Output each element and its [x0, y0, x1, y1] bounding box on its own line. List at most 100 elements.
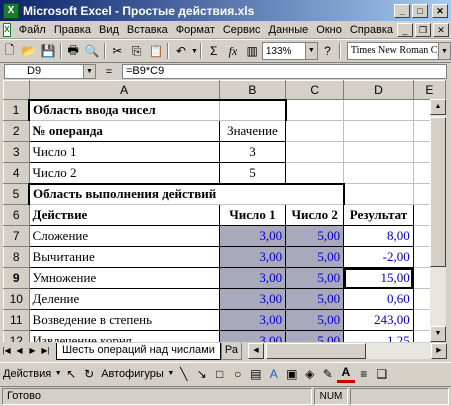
column-header-a[interactable]: A	[28, 80, 220, 100]
doc-restore-button[interactable]: ❐	[415, 22, 431, 37]
chevron-down-icon[interactable]: ▼	[438, 43, 451, 59]
column-header-d[interactable]: D	[343, 80, 414, 100]
maximize-button[interactable]: □	[412, 3, 428, 18]
cell-d12[interactable]: 1,25	[343, 330, 414, 342]
cell-b8[interactable]: 3,00	[218, 246, 287, 268]
row-header[interactable]: 4	[3, 162, 30, 184]
row-header[interactable]: 3	[3, 141, 30, 163]
menu-format[interactable]: Формат	[172, 24, 219, 36]
text-box-icon[interactable]: ▤	[247, 365, 265, 383]
doc-minimize-button[interactable]: _	[397, 22, 413, 37]
cell-a3[interactable]: Число 1	[28, 141, 220, 163]
menu-data[interactable]: Данные	[265, 24, 313, 36]
menu-view[interactable]: Вид	[95, 24, 123, 36]
oval-icon[interactable]: ○	[229, 365, 247, 383]
cell-a6[interactable]: Действие	[28, 204, 220, 226]
chevron-down-icon[interactable]: ▼	[83, 65, 95, 78]
cell-c3[interactable]	[285, 141, 345, 163]
cell-a4[interactable]: Число 2	[28, 162, 220, 184]
cell-a10[interactable]: Деление	[28, 288, 220, 310]
next-sheet-icon[interactable]: ▶	[26, 344, 39, 358]
shadow-icon[interactable]: ❑	[373, 365, 391, 383]
cell-d9-selected[interactable]: 15,00	[343, 267, 414, 289]
chevron-down-icon[interactable]: ▼	[54, 365, 62, 383]
actions-menu[interactable]: Действия	[0, 368, 54, 380]
row-header[interactable]: 1	[3, 99, 30, 121]
cell-a7[interactable]: Сложение	[28, 225, 220, 247]
font-select[interactable]: Times New Roman Cyr ▼	[346, 42, 451, 60]
prev-sheet-icon[interactable]: ◀	[13, 344, 26, 358]
first-sheet-icon[interactable]: |◀	[0, 344, 13, 358]
sheet-tab-active[interactable]: Шесть операций над числами	[56, 342, 221, 360]
cell-c6[interactable]: Число 2	[285, 204, 345, 226]
sheet-tab-next[interactable]: Ра	[220, 342, 242, 360]
name-box[interactable]: D9 ▼	[4, 64, 96, 79]
cell-b3[interactable]: 3	[218, 141, 287, 163]
cell-d10[interactable]: 0,60	[343, 288, 414, 310]
row-header[interactable]: 9	[3, 267, 30, 289]
doc-close-button[interactable]: ✕	[433, 22, 449, 37]
font-color-icon[interactable]: A	[336, 365, 355, 383]
last-sheet-icon[interactable]: ▶|	[39, 344, 52, 358]
cell-b10[interactable]: 3,00	[218, 288, 287, 310]
cell-c1[interactable]	[285, 99, 345, 121]
cell-b7[interactable]: 3,00	[218, 225, 287, 247]
workbook-icon[interactable]: X	[3, 22, 11, 37]
autosum-icon[interactable]: Σ	[204, 41, 223, 61]
row-header[interactable]: 11	[3, 309, 30, 331]
zoom-select[interactable]: 133% ▼	[261, 42, 318, 60]
print-icon[interactable]: 🖶	[64, 41, 83, 61]
cell-c12[interactable]: 5,00	[285, 330, 345, 342]
row-header[interactable]: 7	[3, 225, 30, 247]
scroll-right-icon[interactable]: ▶	[431, 343, 447, 359]
cell-d11[interactable]: 243,00	[343, 309, 414, 331]
paste-icon[interactable]: 📋	[146, 41, 165, 61]
function-icon[interactable]: fx	[223, 41, 242, 61]
menu-help[interactable]: Справка	[346, 24, 397, 36]
cell-c5[interactable]	[285, 182, 345, 205]
cell-c8[interactable]: 5,00	[285, 246, 345, 268]
chevron-down-icon[interactable]: ▼	[304, 43, 317, 59]
save-icon[interactable]: 💾	[39, 41, 58, 61]
column-header-c[interactable]: C	[285, 80, 345, 100]
row-header[interactable]: 12	[3, 330, 30, 342]
menu-tools[interactable]: Сервис	[219, 24, 265, 36]
line-style-icon[interactable]: ≡	[355, 365, 373, 383]
cell-a1[interactable]: Область ввода чисел	[28, 98, 220, 121]
scroll-down-icon[interactable]: ▼	[430, 326, 446, 342]
row-header[interactable]: 8	[3, 246, 30, 268]
cell-a8[interactable]: Вычитание	[28, 246, 220, 268]
free-rotate-icon[interactable]: ↻	[80, 365, 98, 383]
cell-d6[interactable]: Результат	[343, 204, 414, 226]
cell-b5[interactable]	[219, 182, 286, 205]
copy-icon[interactable]: ⎘	[127, 41, 146, 61]
scroll-thumb[interactable]	[430, 117, 446, 267]
cell-d3[interactable]	[343, 141, 414, 163]
cell-a12[interactable]: Извлечение корня	[28, 330, 220, 342]
horizontal-scrollbar[interactable]: ◀ ▶	[247, 343, 447, 359]
menu-insert[interactable]: Вставка	[123, 24, 172, 36]
cell-d1[interactable]	[343, 99, 414, 121]
undo-icon[interactable]: ↶	[171, 41, 190, 61]
cell-a5[interactable]: Область выполнения действий	[28, 182, 220, 205]
chevron-down-icon[interactable]: ▼	[167, 365, 175, 383]
cell-b9[interactable]: 3,00	[218, 267, 287, 289]
cell-c10[interactable]: 5,00	[285, 288, 345, 310]
arrow-icon[interactable]: ↘	[193, 365, 211, 383]
cell-c2[interactable]	[285, 120, 345, 142]
fill-color-icon[interactable]: ◈	[301, 365, 319, 383]
open-icon[interactable]: 📂	[19, 41, 38, 61]
new-icon[interactable]: 🗋	[0, 41, 19, 61]
cell-c9[interactable]: 5,00	[285, 267, 345, 289]
print-preview-icon[interactable]: 🔍	[83, 41, 102, 61]
clipart-icon[interactable]: ▣	[283, 365, 301, 383]
select-all-corner[interactable]	[3, 80, 30, 100]
rectangle-icon[interactable]: □	[211, 365, 229, 383]
row-header[interactable]: 2	[3, 120, 30, 142]
row-header[interactable]: 10	[3, 288, 30, 310]
menu-file[interactable]: Файл	[15, 24, 50, 36]
minimize-button[interactable]: _	[394, 3, 410, 18]
cell-a11[interactable]: Возведение в степень	[28, 309, 220, 331]
cell-d7[interactable]: 8,00	[343, 225, 414, 247]
cell-c11[interactable]: 5,00	[285, 309, 345, 331]
